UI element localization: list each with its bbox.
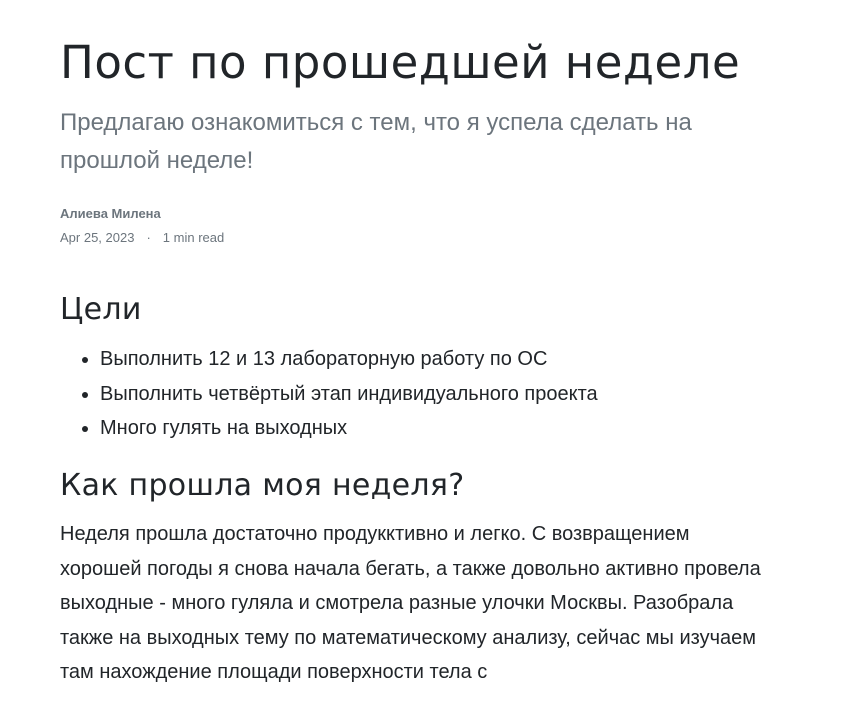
post-subtitle: Предлагаю ознакомиться с тем, что я успе…	[60, 109, 692, 174]
meta-separator: ·	[146, 230, 151, 245]
week-paragraph: Неделя прошла достаточно продукктивно и …	[60, 523, 761, 684]
list-item: Выполнить четвёртый этап индивидуального…	[100, 377, 598, 412]
author-name[interactable]: Алиева Милена	[60, 206, 161, 221]
post-title: Пост по прошедшей неделе	[60, 36, 741, 89]
read-time: 1 min read	[162, 230, 225, 245]
goals-heading: Цели	[60, 292, 142, 327]
week-heading: Как прошла моя неделя?	[60, 468, 465, 503]
goals-list: Выполнить 12 и 13 лабораторную работу по…	[60, 342, 598, 446]
list-item: Выполнить 12 и 13 лабораторную работу по…	[100, 342, 598, 377]
post-meta: Apr 25, 2023 · 1 min read	[60, 230, 224, 245]
list-item: Много гулять на выходных	[100, 411, 598, 446]
post-date: Apr 25, 2023	[60, 230, 135, 245]
